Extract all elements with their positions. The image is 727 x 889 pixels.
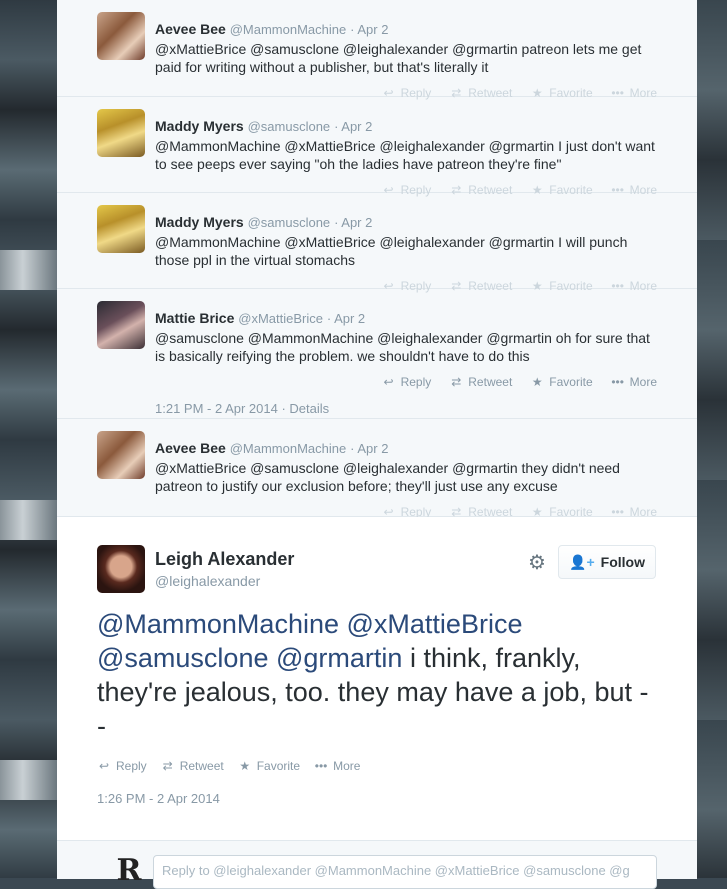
follow-button[interactable]: 👤+ Follow xyxy=(558,545,656,579)
user-name[interactable]: Mattie Brice xyxy=(155,310,234,326)
mention-link[interactable]: @grmartin xyxy=(276,643,402,673)
tweet-header: Maddy Myers @samusclone · Apr 2 xyxy=(155,203,657,232)
avatar[interactable] xyxy=(97,109,145,157)
reply-bar: R Reply to @leighalexander @MammonMachin… xyxy=(57,840,697,889)
reply-icon: ↩ xyxy=(383,375,394,389)
tweet-header: Aevee Bee @MammonMachine · Apr 2 xyxy=(155,10,657,39)
tweet-text: @MammonMachine @xMattieBrice @leighalexa… xyxy=(155,234,628,268)
background-right xyxy=(697,0,727,878)
thread-tweet[interactable]: Aevee Bee @MammonMachine · Apr 2 @xMatti… xyxy=(57,419,697,519)
user-handle[interactable]: @samusclone xyxy=(248,215,331,230)
more-button[interactable]: ••• More xyxy=(314,759,361,773)
tweet-time[interactable]: · Apr 2 xyxy=(334,215,372,230)
current-user-avatar: R xyxy=(116,853,142,888)
reply-button[interactable]: ↩ Reply xyxy=(97,759,147,773)
favorite-label: Favorite xyxy=(256,759,301,773)
reply-button[interactable]: ↩ Reply xyxy=(382,375,432,389)
reply-label: Reply xyxy=(400,375,432,389)
more-icon: ••• xyxy=(314,759,328,773)
thread-tweet-focused[interactable]: Mattie Brice @xMattieBrice · Apr 2 @samu… xyxy=(57,289,697,419)
reply-input[interactable]: Reply to @leighalexander @MammonMachine … xyxy=(153,855,657,889)
gear-icon[interactable]: ⚙ xyxy=(526,552,548,574)
favorite-button[interactable]: ★ Favorite xyxy=(530,375,593,389)
tweet-time[interactable]: · Apr 2 xyxy=(350,22,388,37)
avatar[interactable] xyxy=(97,545,145,593)
background-left xyxy=(0,0,57,878)
tweet-text: @xMattieBrice @samusclone @leighalexande… xyxy=(155,460,620,494)
follow-label: Follow xyxy=(600,554,645,570)
favorite-label: Favorite xyxy=(549,375,593,389)
more-label: More xyxy=(629,375,657,389)
follow-person-icon: 👤+ xyxy=(569,553,595,570)
tweet-text: @samusclone @MammonMachine @leighalexand… xyxy=(155,330,650,364)
mention-link[interactable]: @xMattieBrice xyxy=(347,609,523,639)
user-name[interactable]: Maddy Myers xyxy=(155,118,244,134)
tweet-timestamp[interactable]: 1:26 PM - 2 Apr 2014 xyxy=(97,791,220,806)
tweet-time[interactable]: · Apr 2 xyxy=(327,311,365,326)
user-handle[interactable]: @MammonMachine xyxy=(230,22,347,37)
thread-tweet[interactable]: Maddy Myers @samusclone · Apr 2 @MammonM… xyxy=(57,193,697,293)
tweet-actions: ↩ Reply ⇄ Retweet ★ Favorite ••• More xyxy=(155,371,657,393)
reply-label: Reply xyxy=(116,759,147,773)
avatar[interactable] xyxy=(97,12,145,60)
tweet-header: Aevee Bee @MammonMachine · Apr 2 xyxy=(155,429,657,458)
retweet-button[interactable]: ⇄ Retweet xyxy=(161,759,224,773)
user-handle[interactable]: @xMattieBrice xyxy=(238,311,323,326)
tweet-header: Mattie Brice @xMattieBrice · Apr 2 xyxy=(155,299,657,328)
more-button[interactable]: ••• More xyxy=(611,375,657,389)
retweet-icon: ⇄ xyxy=(162,759,173,773)
thread-tweet[interactable]: Maddy Myers @samusclone · Apr 2 @MammonM… xyxy=(57,97,697,197)
user-handle[interactable]: @leighalexander xyxy=(155,573,260,589)
thread-tweet[interactable]: Aevee Bee @MammonMachine · Apr 2 @xMatti… xyxy=(57,0,697,100)
more-icon: ••• xyxy=(611,375,624,389)
tweet-actions: ↩ Reply ⇄ Retweet ★ Favorite ••• More xyxy=(97,759,360,773)
main-tweet: Leigh Alexander @leighalexander ⚙ 👤+ Fol… xyxy=(57,517,697,840)
user-name[interactable]: Aevee Bee xyxy=(155,440,226,456)
user-handle[interactable]: @samusclone xyxy=(248,119,331,134)
tweet-text: @MammonMachine @xMattieBrice @leighalexa… xyxy=(155,138,655,172)
tweet-permalink-panel: Aevee Bee @MammonMachine · Apr 2 @xMatti… xyxy=(57,0,697,889)
user-name[interactable]: Aevee Bee xyxy=(155,21,226,37)
user-handle[interactable]: @MammonMachine xyxy=(230,441,347,456)
avatar[interactable] xyxy=(97,205,145,253)
main-tweet-text: @MammonMachine @xMattieBrice @samusclone… xyxy=(97,607,657,743)
user-name[interactable]: Leigh Alexander xyxy=(155,549,294,570)
background-stripe xyxy=(0,760,57,800)
star-icon: ★ xyxy=(239,759,251,773)
favorite-button[interactable]: ★ Favorite xyxy=(238,759,300,773)
retweet-label: Retweet xyxy=(468,375,513,389)
avatar[interactable] xyxy=(97,431,145,479)
tweet-header: Maddy Myers @samusclone · Apr 2 xyxy=(155,107,657,136)
reply-icon: ↩ xyxy=(98,759,110,773)
retweet-button[interactable]: ⇄ Retweet xyxy=(449,375,512,389)
tweet-time[interactable]: · Apr 2 xyxy=(334,119,372,134)
avatar[interactable] xyxy=(97,301,145,349)
mention-link[interactable]: @MammonMachine xyxy=(97,609,339,639)
background-stripe xyxy=(0,250,57,290)
mention-link[interactable]: @samusclone xyxy=(97,643,268,673)
tweet-time[interactable]: · Apr 2 xyxy=(350,441,388,456)
background-stripe xyxy=(0,500,57,540)
user-name[interactable]: Maddy Myers xyxy=(155,214,244,230)
star-icon: ★ xyxy=(531,375,543,389)
retweet-icon: ⇄ xyxy=(451,375,462,389)
more-label: More xyxy=(333,759,361,773)
conversation-thread: Aevee Bee @MammonMachine · Apr 2 @xMatti… xyxy=(57,0,697,519)
retweet-label: Retweet xyxy=(179,759,224,773)
tweet-text: @xMattieBrice @samusclone @leighalexande… xyxy=(155,41,642,75)
